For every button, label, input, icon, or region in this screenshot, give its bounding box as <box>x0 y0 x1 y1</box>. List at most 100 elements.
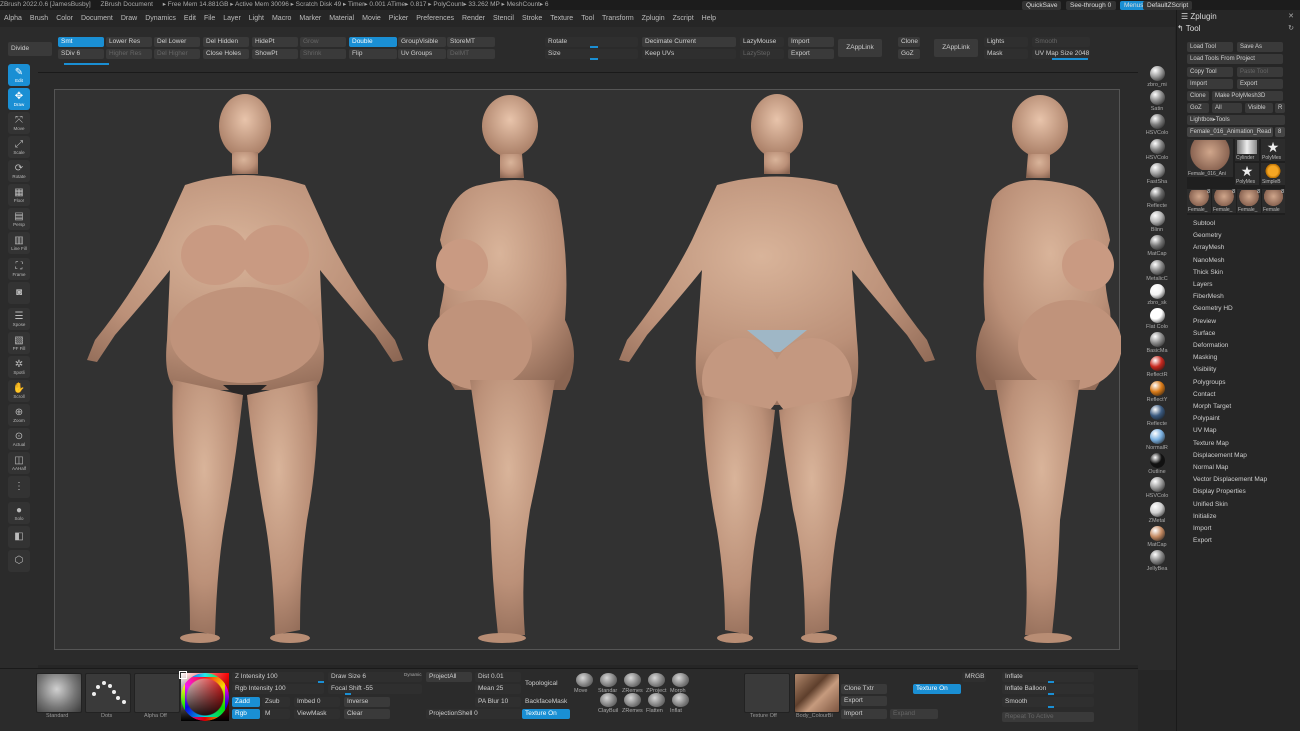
mask-toggle[interactable]: Mask <box>984 49 1028 59</box>
tool-persp[interactable]: ▤ Persp <box>8 208 30 230</box>
material-jellybea[interactable]: JellyBea <box>1144 550 1170 572</box>
del-hidden-button[interactable]: Del Hidden <box>203 37 249 47</box>
tool-slot-9[interactable]: ◙ <box>8 282 30 304</box>
subpalette-morph-target[interactable]: Morph Target <box>1193 401 1231 413</box>
material-reflecty[interactable]: ReflectY <box>1144 380 1170 403</box>
tool-floor[interactable]: ▦ Floor <box>8 184 30 206</box>
see-through-slider[interactable]: See-through 0 <box>1066 1 1116 10</box>
subpalette-uv-map[interactable]: UV Map <box>1193 425 1216 437</box>
tool-thumb-2[interactable]: ★ PolyMes <box>1261 139 1285 161</box>
rgb-toggle[interactable]: Rgb <box>232 709 260 719</box>
lower-res-button[interactable]: Lower Res <box>106 37 152 47</box>
menu-draw[interactable]: Draw <box>117 10 141 27</box>
subpalette-normal-map[interactable]: Normal Map <box>1193 462 1228 474</box>
del-higher-button[interactable]: Del Higher <box>154 49 200 59</box>
tool-slot-19[interactable]: ◧ <box>8 526 30 548</box>
tool-thumb-0[interactable]: Female_016_Ani <box>1187 139 1233 177</box>
dist-slider[interactable]: Dist 0.01 <box>475 672 521 682</box>
material-reflectr[interactable]: ReflectR <box>1144 356 1170 378</box>
clone-tool-button[interactable]: Clone <box>1187 91 1209 101</box>
subpalette-masking[interactable]: Masking <box>1193 352 1217 364</box>
material-hsvcolo[interactable]: HSVColo <box>1144 477 1170 499</box>
hue-ring[interactable] <box>181 673 229 721</box>
lightbox-tools-button[interactable]: Lightbox▸Tools <box>1187 115 1285 125</box>
subpalette-geometry[interactable]: Geometry <box>1193 230 1222 242</box>
menu-stencil[interactable]: Stencil <box>489 10 518 27</box>
zplugin-header[interactable]: ☰ Zplugin <box>1181 12 1217 21</box>
subpalette-fibermesh[interactable]: FiberMesh <box>1193 291 1224 303</box>
z-intensity-slider[interactable]: Z Intensity 100 <box>232 672 324 682</box>
menu-material[interactable]: Material <box>325 10 358 27</box>
zapplink-button[interactable]: ZAppLink <box>838 39 882 57</box>
subpalette-unified-skin[interactable]: Unified Skin <box>1193 499 1228 511</box>
tool-thumb-6[interactable]: Female_ 8 <box>1212 189 1236 213</box>
clear-button[interactable]: Clear <box>344 709 390 719</box>
del-lower-button[interactable]: Del Lower <box>154 37 200 47</box>
menu-texture[interactable]: Texture <box>546 10 577 27</box>
projectall-button[interactable]: ProjectAll <box>426 672 472 682</box>
tool-zoom[interactable]: ⊕ Zoom <box>8 404 30 426</box>
backfacemask-toggle[interactable]: BackfaceMask <box>525 698 567 705</box>
texture-import-button[interactable]: Import <box>841 709 887 719</box>
default-zscript-button[interactable]: DefaultZScript <box>1143 1 1193 10</box>
subpalette-thick-skin[interactable]: Thick Skin <box>1193 267 1223 279</box>
menu-light[interactable]: Light <box>245 10 268 27</box>
brush-zremes-icon[interactable] <box>624 673 641 687</box>
body-texture-thumb[interactable] <box>794 673 840 713</box>
imbed-slider[interactable]: Imbed 0 <box>294 697 340 707</box>
topological-toggle[interactable]: Topological <box>525 680 558 687</box>
keep-uvs-toggle[interactable]: Keep UVs <box>642 49 736 59</box>
menu-color[interactable]: Color <box>52 10 77 27</box>
material-hsvcolo[interactable]: HSVColo <box>1144 138 1170 161</box>
texture-off-thumb[interactable] <box>744 673 790 713</box>
subpalette-subtool[interactable]: Subtool <box>1193 218 1215 230</box>
sdiv-slider[interactable]: SDiv 6 <box>58 49 104 59</box>
menu-brush[interactable]: Brush <box>26 10 52 27</box>
expand-button[interactable]: Expand <box>890 709 938 719</box>
smt-toggle[interactable]: Smt <box>58 37 104 47</box>
subpalette-polygroups[interactable]: Polygroups <box>1193 377 1226 389</box>
color-swatch[interactable] <box>179 671 187 679</box>
tool-scroll[interactable]: ✋ Scroll <box>8 380 30 402</box>
lazystep-slider[interactable]: LazyStep <box>740 49 784 59</box>
subpalette-geometry-hd[interactable]: Geometry HD <box>1193 303 1233 315</box>
tool-draw[interactable]: ✥ Draw <box>8 88 30 110</box>
all-button[interactable]: All <box>1212 103 1242 113</box>
menu-alpha[interactable]: Alpha <box>0 10 26 27</box>
menu-preferences[interactable]: Preferences <box>412 10 458 27</box>
tool-slot-20[interactable]: ⬡ <box>8 550 30 572</box>
material-zbro_sk[interactable]: zbro_sk <box>1144 283 1170 306</box>
subpalette-deformation[interactable]: Deformation <box>1193 340 1228 352</box>
smooth-toggle[interactable]: Smooth <box>1032 37 1090 47</box>
material-metalicc[interactable]: MetalicC <box>1144 259 1170 282</box>
menu-marker[interactable]: Marker <box>295 10 325 27</box>
divide-button[interactable]: Divide <box>8 42 52 56</box>
tool-line-fill[interactable]: ▥ Line Fill <box>8 232 30 254</box>
grow-button[interactable]: Grow <box>300 37 346 47</box>
load-tools-from-project-button[interactable]: Load Tools From Project <box>1187 54 1283 64</box>
subpalette-nanomesh[interactable]: NanoMesh <box>1193 255 1224 267</box>
menu-edit[interactable]: Edit <box>180 10 200 27</box>
brush-standar-icon[interactable] <box>600 673 617 687</box>
menu-help[interactable]: Help <box>698 10 720 27</box>
menu-dynamics[interactable]: Dynamics <box>141 10 180 27</box>
double-toggle[interactable]: Double <box>349 37 397 47</box>
subpalette-texture-map[interactable]: Texture Map <box>1193 438 1229 450</box>
decimate-current-button[interactable]: Decimate Current <box>642 37 736 47</box>
mrgb-toggle[interactable]: MRGB <box>962 672 986 682</box>
goz-button[interactable]: GoZ <box>898 49 920 59</box>
texture-export-button[interactable]: Export <box>841 696 887 706</box>
tool-thumb-7[interactable]: Female_ 8 <box>1237 189 1261 213</box>
clone-button[interactable]: Clone <box>898 37 920 47</box>
export-tool-button[interactable]: Export <box>1237 79 1283 89</box>
material-zmetal[interactable]: ZMetal <box>1144 501 1170 524</box>
material-normalr[interactable]: NormalR <box>1144 429 1170 451</box>
material-flat colo[interactable]: Flat Colo <box>1144 308 1170 330</box>
subpalette-export[interactable]: Export <box>1193 535 1212 547</box>
menu-zplugin[interactable]: Zplugin <box>638 10 669 27</box>
goz-tool-button[interactable]: GoZ <box>1187 103 1209 113</box>
pa-blur-slider[interactable]: PA Blur 10 <box>475 697 521 707</box>
mean-slider[interactable]: Mean 25 <box>475 684 521 694</box>
menu-stroke[interactable]: Stroke <box>518 10 546 27</box>
brush-move-icon[interactable] <box>576 673 593 687</box>
